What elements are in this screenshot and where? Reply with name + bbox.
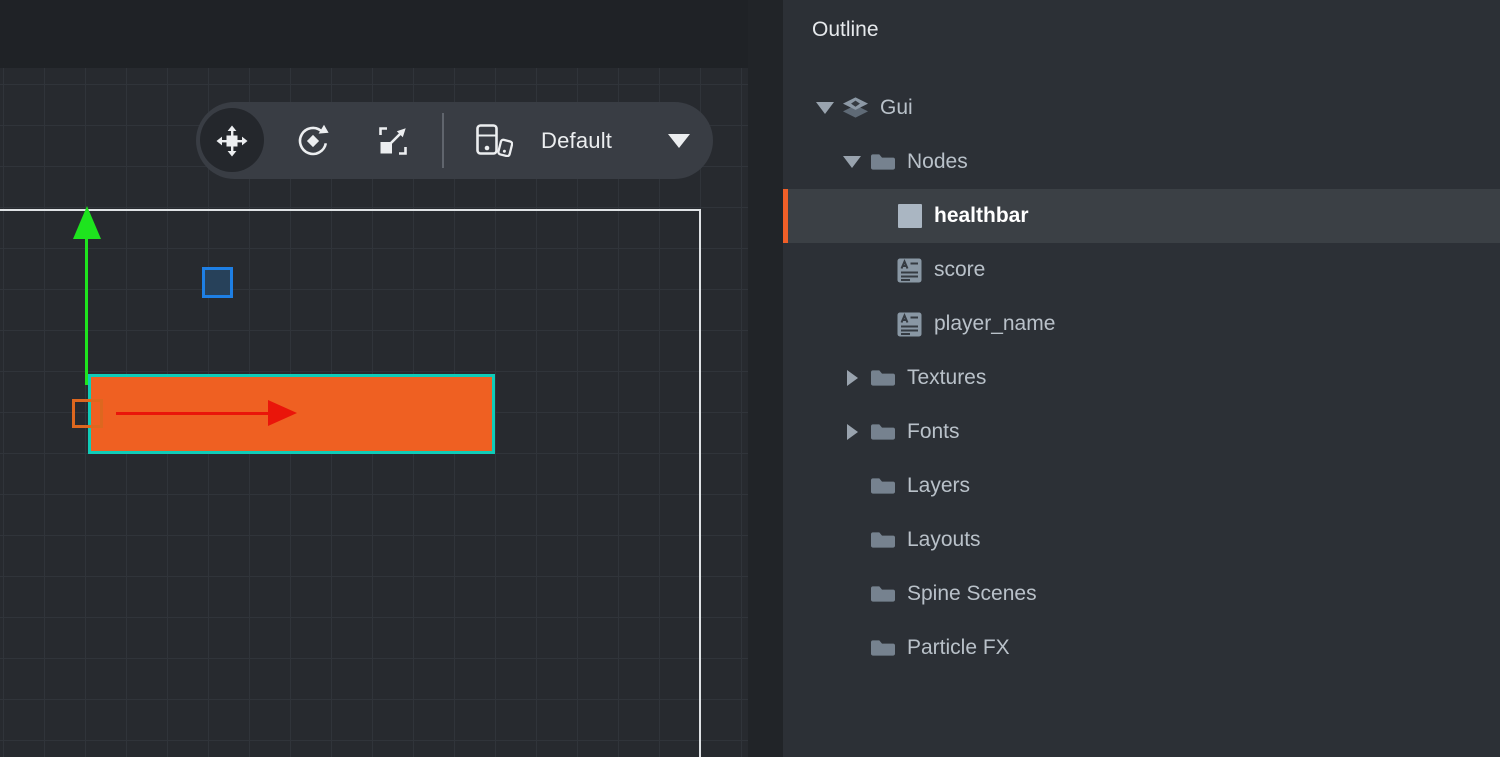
folder-icon [869, 473, 896, 499]
folder-icon [869, 419, 896, 445]
outline-panel-title: Outline [812, 18, 879, 42]
text-node-icon [896, 311, 923, 337]
box-node-icon [896, 203, 923, 229]
tree-item-fonts[interactable]: Fonts [783, 405, 1500, 459]
folder-icon [869, 635, 896, 661]
chevron-down-icon[interactable] [668, 134, 690, 148]
folder-icon [869, 149, 896, 175]
folder-icon [869, 581, 896, 607]
node-pivot-handle[interactable] [72, 399, 103, 428]
move-gizmo-x-axis[interactable] [116, 412, 269, 415]
canvas-top-strip [0, 0, 748, 68]
tree-item-spine-scenes[interactable]: Spine Scenes [783, 567, 1500, 621]
expander-slot [870, 207, 888, 225]
tree-item-gui[interactable]: Gui [783, 81, 1500, 135]
tree-item-nodes[interactable]: Nodes [783, 135, 1500, 189]
tree-item-particle-fx[interactable]: Particle FX [783, 621, 1500, 675]
gui-scene-icon [842, 95, 869, 121]
outline-tree: Gui Nodes healthbar score player_name Te… [783, 81, 1500, 675]
text-node-icon [896, 257, 923, 283]
tree-item-player-name[interactable]: player_name [783, 297, 1500, 351]
selection-stripe [783, 189, 788, 243]
scene-bounds-border-top [0, 209, 701, 211]
expander-slot [843, 531, 861, 549]
layout-profile-value: Default [541, 128, 612, 154]
expander-right-icon[interactable] [843, 423, 861, 441]
expander-slot [870, 315, 888, 333]
expander-down-icon[interactable] [843, 153, 861, 171]
device-rotate-icon [476, 124, 513, 157]
pane-divider[interactable] [748, 0, 783, 757]
folder-icon [869, 527, 896, 553]
canvas-toolbar: Default [196, 102, 713, 179]
scale-tool-button[interactable] [361, 102, 425, 179]
tree-item-textures[interactable]: Textures [783, 351, 1500, 405]
move-gizmo-x-arrowhead-icon[interactable] [268, 400, 297, 426]
node-anchor-square[interactable] [202, 267, 233, 298]
gui-editor-window: Default Outline Gui Nodes healthbar scor… [0, 0, 1500, 757]
expander-slot [843, 639, 861, 657]
rotate-tool-button[interactable] [281, 102, 345, 179]
move-gizmo-y-axis[interactable] [85, 238, 88, 385]
folder-icon [869, 365, 896, 391]
expander-down-icon[interactable] [816, 99, 834, 117]
scale-icon [377, 125, 409, 157]
tree-item-layouts[interactable]: Layouts [783, 513, 1500, 567]
toolbar-separator [442, 113, 444, 168]
expander-right-icon[interactable] [843, 369, 861, 387]
expander-slot [843, 585, 861, 603]
tree-item-score[interactable]: score [783, 243, 1500, 297]
scene-editor-pane: Default [0, 0, 748, 757]
outline-panel: Outline Gui Nodes healthbar score player… [783, 0, 1500, 757]
tree-item-healthbar[interactable]: healthbar [783, 189, 1500, 243]
expander-slot [870, 261, 888, 279]
rotate-icon [296, 124, 330, 158]
expander-slot [843, 477, 861, 495]
move-icon [216, 125, 248, 157]
scene-bounds-border-right [699, 209, 701, 757]
move-gizmo-y-arrowhead-icon[interactable] [73, 206, 101, 239]
move-tool-button[interactable] [200, 102, 264, 179]
tree-item-layers[interactable]: Layers [783, 459, 1500, 513]
